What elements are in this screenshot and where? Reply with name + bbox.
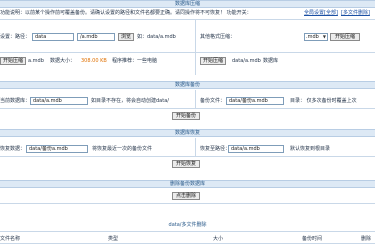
compress-section-title: 数据库压缩 [174, 1, 200, 7]
size-suffix: 程序推荐：一些电脑 [112, 58, 158, 64]
compress-button[interactable]: 开始压缩 [0, 57, 26, 65]
size-label: 数据大小： [50, 58, 76, 64]
file-list-title: data/多文件删除 [168, 222, 207, 228]
path-input[interactable]: data [32, 33, 74, 41]
compress-section-header: 数据库压缩 [0, 0, 375, 8]
format-select-value: .mdb [306, 34, 319, 40]
backup-section-title: 数据库备份 [174, 82, 200, 88]
chevron-down-icon: ▼ [322, 34, 326, 39]
col-header-size: 大小 [213, 236, 224, 242]
path-hint: 如：data/a.mdb [137, 34, 176, 40]
notice-body: 功能说明：以前某个操作前可覆盖备份。请确认设置的路径和文件名都要正确。请同操作将… [0, 10, 252, 16]
path-label: 设置：路径： [0, 34, 31, 40]
backup-section-header: 数据库备份 [0, 81, 375, 89]
col-header-delete: 删除 [361, 236, 372, 242]
delete-section-header: 删除备份数据库 [0, 180, 375, 188]
file-input[interactable]: /a.mdb [77, 33, 115, 41]
backup-button[interactable]: 开始备份 [172, 112, 200, 120]
open-compress-button[interactable]: 开始压缩 [200, 57, 226, 65]
col-header-type: 类型 [108, 236, 119, 242]
backup-current-input[interactable]: data/a.mdb [30, 97, 88, 105]
link-global-settings[interactable]: 全局设置 [304, 10, 324, 16]
restore-source-hint: 将恢复最近一次的备份文件 [92, 146, 153, 152]
db-file-2: data/a.mdb [232, 58, 261, 64]
backup-target-hint: 目录： 仅多次备份时覆盖上次 [290, 98, 357, 104]
restore-button[interactable]: 开始恢复 [172, 160, 200, 168]
db-filename: a.mdb [28, 58, 44, 64]
browse-button[interactable]: 浏览 [118, 33, 134, 41]
backup-current-label: 当前数据库： [0, 98, 31, 104]
restore-section-header: 数据库恢复 [0, 129, 375, 137]
col-header-name: 文件名称 [0, 236, 21, 242]
other-format-label: 其他格式压缩： [200, 34, 236, 40]
col-header-time: 备份时间 [302, 236, 323, 242]
size-value: 308.00 KB [81, 58, 107, 64]
restore-target-hint: 默认恢复到根目录 [290, 146, 331, 152]
backup-target-label: 备份文件： [200, 98, 226, 104]
backup-target-input[interactable]: data/备份a.mdb [226, 97, 284, 105]
compress-other-button[interactable]: 开始压缩 [330, 33, 360, 41]
link-all[interactable]: [全部] [324, 10, 338, 16]
format-select[interactable]: .mdb ▼ [304, 33, 328, 41]
delete-section-title: 删除备份数据库 [169, 181, 205, 187]
backup-current-hint: 如目录不存在，将会自动创建data/ [91, 98, 169, 104]
restore-target-input[interactable]: data/a.mdb [228, 145, 284, 153]
db-label-2: 数据库 [263, 58, 279, 64]
restore-source-label: 恢复数据： [0, 146, 26, 152]
notice-text: 功能说明：以前某个操作前可覆盖备份。请确认设置的路径和文件名都要正确。请同操作将… [0, 10, 252, 16]
link-multi-delete[interactable]: [多文件删除] [341, 10, 370, 16]
delete-button[interactable]: 点击删除 [172, 192, 200, 200]
restore-source-input[interactable]: data/备份a.mdb [26, 145, 88, 153]
restore-section-title: 数据库恢复 [174, 130, 200, 136]
restore-target-label: 恢复至路径： [200, 146, 231, 152]
